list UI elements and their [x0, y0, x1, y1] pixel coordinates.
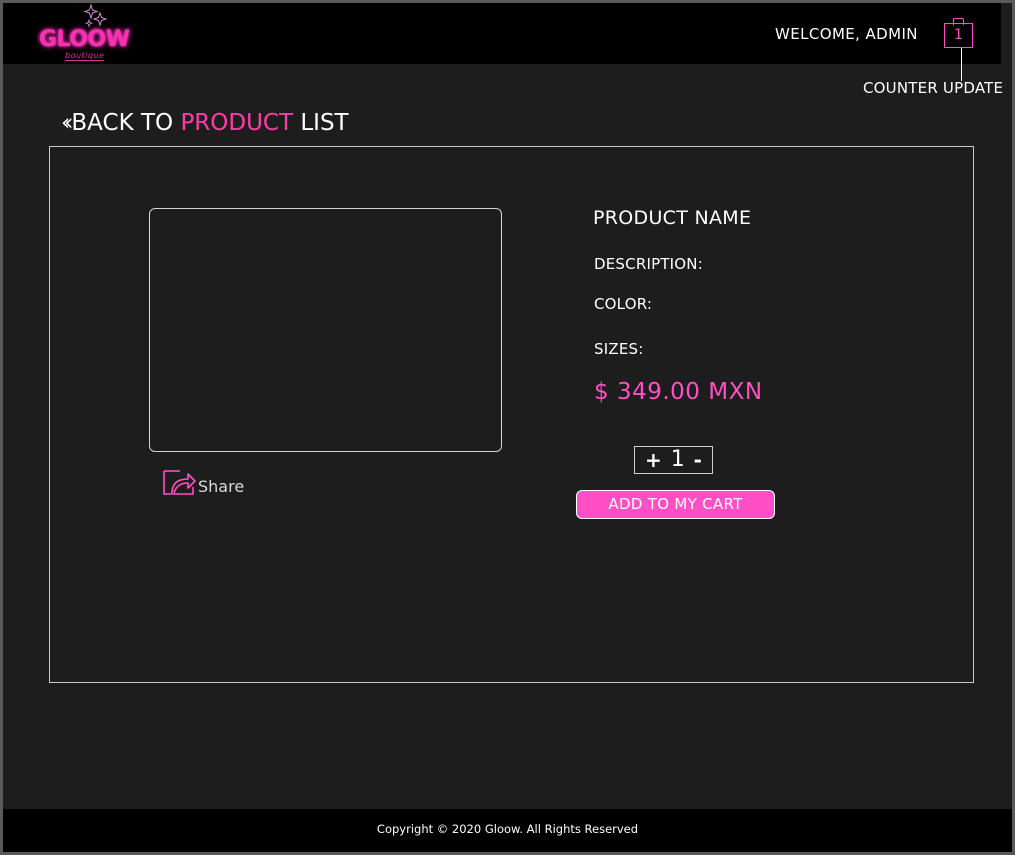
product-detail-panel: Share PRODUCT NAME DESCRIPTION: COLOR: S…: [49, 146, 974, 683]
annotation-connector-line: [961, 48, 962, 81]
logo-subtext: boutique: [65, 51, 105, 61]
logo[interactable]: GLOOW boutique: [37, 3, 137, 65]
cart-count-badge: 1: [954, 27, 963, 43]
page-frame: GLOOW boutique WELCOME, ADMIN 1 COUNTER …: [3, 3, 1012, 852]
product-name: PRODUCT NAME: [593, 207, 752, 229]
annotation-counter-update: COUNTER UPDATE: [863, 79, 1004, 97]
product-image-placeholder: [149, 208, 502, 452]
header: GLOOW boutique WELCOME, ADMIN 1: [3, 3, 1001, 64]
back-to-product-list-link[interactable]: ‹‹ BACK TO PRODUCT LIST: [61, 108, 349, 138]
copyright-text: Copyright © 2020 Gloow. All Rights Reser…: [376, 822, 639, 836]
footer: Copyright © 2020 Gloow. All Rights Reser…: [3, 809, 1012, 852]
product-sizes-label: SIZES:: [594, 340, 644, 358]
product-color-label: COLOR:: [594, 295, 653, 313]
quantity-stepper: + 1 -: [634, 446, 713, 474]
quantity-value: 1: [670, 447, 685, 472]
welcome-text: WELCOME, ADMIN: [775, 25, 918, 43]
back-link-accent: PRODUCT: [180, 110, 294, 136]
product-description-label: DESCRIPTION:: [594, 255, 703, 273]
share-label: Share: [198, 477, 245, 496]
share-button[interactable]: Share: [162, 467, 244, 497]
share-icon: [163, 470, 196, 495]
cart-button[interactable]: 1: [944, 18, 974, 48]
quantity-decrease-button[interactable]: -: [694, 450, 702, 470]
back-link-prefix: BACK TO: [71, 110, 181, 136]
logo-wordmark: GLOOW: [39, 27, 130, 52]
double-chevron-left-icon: ‹‹: [61, 110, 74, 136]
add-to-cart-button[interactable]: ADD TO MY CART: [576, 490, 775, 519]
quantity-increase-button[interactable]: +: [645, 450, 662, 470]
back-link-suffix: LIST: [293, 110, 349, 136]
product-price: $ 349.00 MXN: [594, 379, 763, 405]
